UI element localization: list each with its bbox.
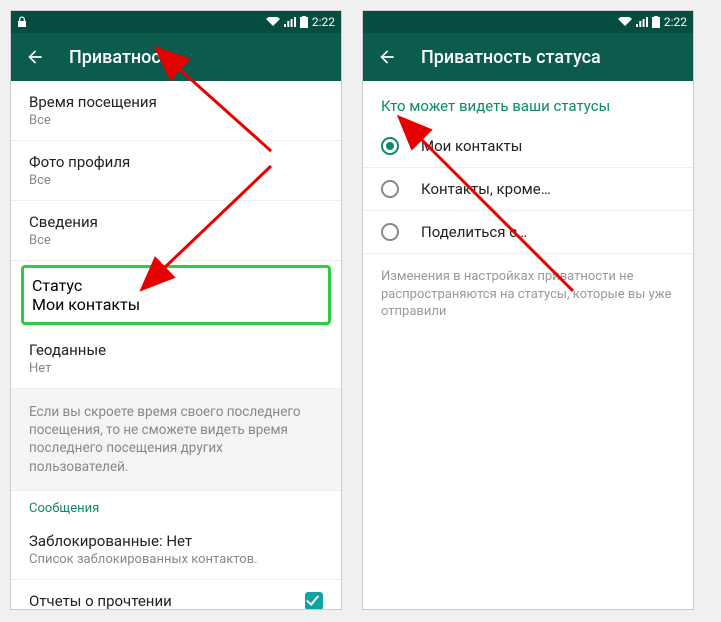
list-item-blocked[interactable]: Заблокированные: Нет Список заблокирован… bbox=[11, 520, 341, 579]
checkbox-checked-icon[interactable] bbox=[305, 592, 323, 609]
back-arrow-icon[interactable] bbox=[377, 47, 397, 67]
list-item-profile-photo[interactable]: Фото профиля Все bbox=[11, 141, 341, 201]
back-arrow-icon[interactable] bbox=[25, 47, 45, 67]
radio-option-share-with[interactable]: Поделиться с… bbox=[363, 211, 693, 254]
radio-option-my-contacts[interactable]: Мои контакты bbox=[363, 125, 693, 168]
radio-unselected-icon bbox=[381, 180, 399, 198]
battery-icon bbox=[300, 16, 308, 28]
privacy-list: Время посещения Все Фото профиля Все Све… bbox=[11, 81, 341, 609]
app-bar-title: Приватность статуса bbox=[421, 47, 601, 68]
status-time: 2:22 bbox=[312, 15, 335, 29]
wifi-icon bbox=[618, 17, 632, 27]
status-bar: 2:22 bbox=[11, 11, 341, 33]
privacy-note: Изменения в настройках приватности не ра… bbox=[363, 254, 693, 335]
list-item-status[interactable]: Статус Мои контакты bbox=[21, 265, 331, 325]
radio-option-contacts-except[interactable]: Контакты, кроме… bbox=[363, 168, 693, 211]
app-bar: Приватность bbox=[11, 33, 341, 81]
status-time: 2:22 bbox=[664, 15, 687, 29]
phone-screen-privacy: 2:22 Приватность Время посещения Все Фот… bbox=[10, 10, 342, 610]
list-item-last-seen[interactable]: Время посещения Все bbox=[11, 81, 341, 141]
section-title: Кто может видеть ваши статусы bbox=[363, 81, 693, 125]
signal-icon bbox=[636, 17, 648, 27]
app-bar: Приватность статуса bbox=[363, 33, 693, 81]
radio-selected-icon bbox=[381, 137, 399, 155]
list-item-about[interactable]: Сведения Все bbox=[11, 201, 341, 261]
app-bar-title: Приватность bbox=[69, 47, 180, 68]
signal-icon bbox=[284, 17, 296, 27]
battery-icon bbox=[652, 16, 660, 28]
list-item-read-receipts[interactable]: Отчеты о прочтении bbox=[11, 579, 341, 609]
list-item-live-location[interactable]: Геоданные Нет bbox=[11, 329, 341, 389]
lock-icon bbox=[17, 16, 27, 28]
section-header-messages: Сообщения bbox=[11, 490, 341, 520]
status-privacy-options: Кто может видеть ваши статусы Мои контак… bbox=[363, 81, 693, 609]
radio-unselected-icon bbox=[381, 223, 399, 241]
info-text: Если вы скроете время своего последнего … bbox=[11, 389, 341, 490]
phone-screen-status-privacy: 2:22 Приватность статуса Кто может видет… bbox=[362, 10, 694, 610]
status-bar: 2:22 bbox=[363, 11, 693, 33]
wifi-icon bbox=[266, 17, 280, 27]
